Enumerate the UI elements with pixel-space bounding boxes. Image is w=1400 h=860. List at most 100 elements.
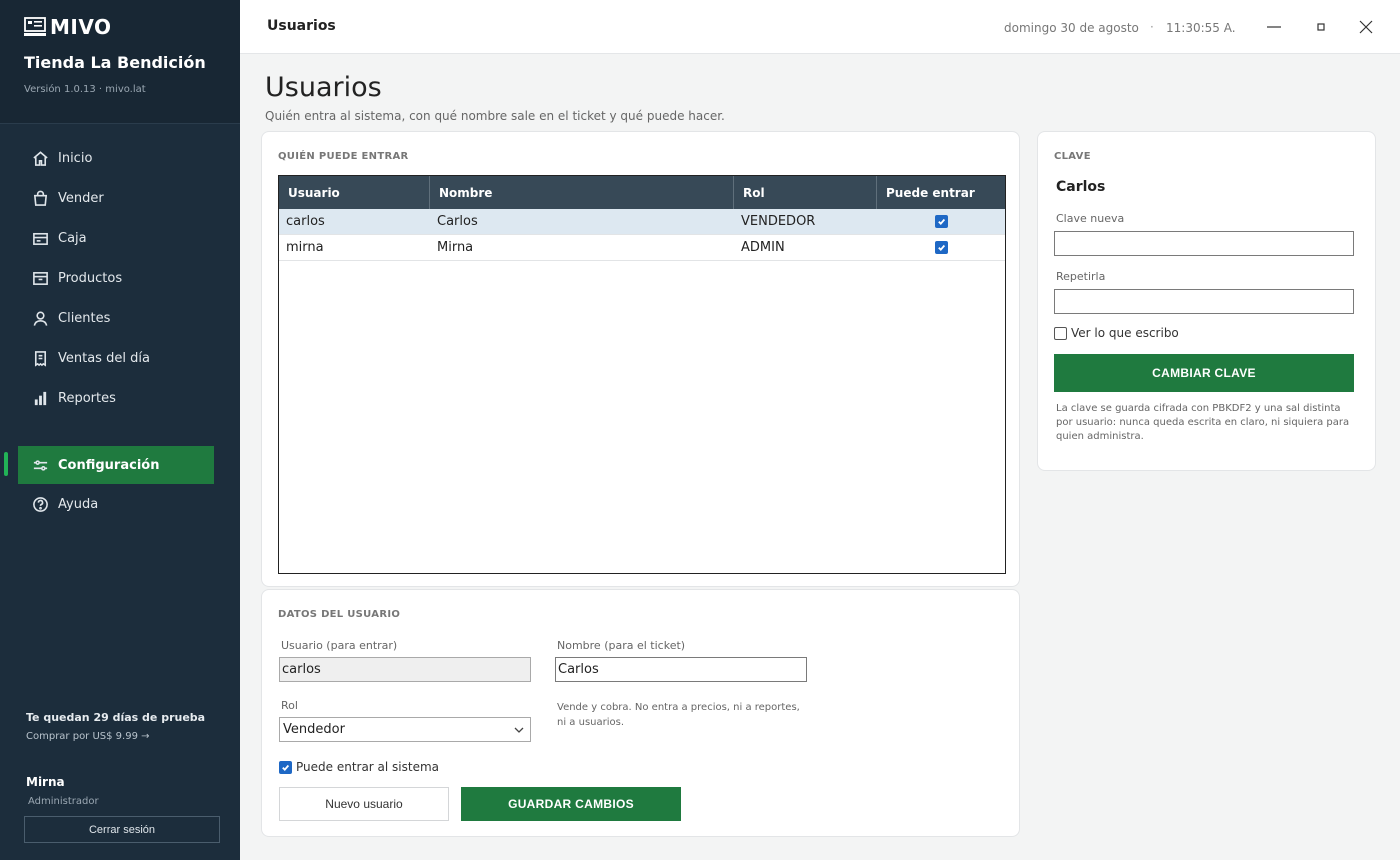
sliders-icon [33,459,48,471]
sidebar-item-configuracion[interactable]: Configuración [18,446,214,484]
sidebar-header: MIVO Tienda La Bendición Versión 1.0.13 … [0,0,240,124]
nombre-label: Nombre (para el ticket) [557,639,686,652]
rol-hint: Vende y cobra. No entra a precios, ni a … [557,702,800,728]
rol-label: Rol [281,699,298,712]
logout-button[interactable]: Cerrar sesión [24,816,220,843]
app-logo: MIVO [24,15,216,39]
new-password-label: Clave nueva [1056,212,1125,225]
user-form-section-label: DATOS DEL USUARIO [278,609,401,620]
cell-nombre: Carlos [437,214,478,229]
password-section-label: CLAVE [1054,151,1091,162]
sidebar-item-label: Ayuda [58,496,99,512]
sidebar-item-clientes[interactable]: Clientes [0,298,240,338]
close-button[interactable] [1353,14,1379,40]
nombre-input[interactable]: Carlos [555,657,807,682]
show-password-label: Ver lo que escribo [1071,326,1179,340]
users-table: Usuario Nombre Rol Puede entrar carlos C… [278,175,1006,574]
sidebar-item-reportes[interactable]: Reportes [0,378,240,418]
puede-entrar-checkbox[interactable] [934,241,948,254]
minimize-button[interactable] [1261,14,1287,40]
sidebar-item-label: Ventas del día [58,350,150,366]
sidebar-item-caja[interactable]: Caja [0,218,240,258]
cell-usuario: carlos [286,214,325,229]
cell-rol: VENDEDOR [741,214,816,229]
current-date: domingo 30 de agosto [1004,21,1139,35]
column-header-puede-entrar[interactable]: Puede entrar [877,176,1005,209]
can-login-checkbox-row[interactable]: Puede entrar al sistema [279,760,439,774]
sidebar-item-label: Vender [58,190,104,206]
cell-rol: ADMIN [741,240,785,255]
change-password-button[interactable]: CAMBIAR CLAVE [1054,354,1354,392]
sidebar-item-label: Productos [58,270,123,286]
rol-select[interactable]: Vendedor [279,717,531,742]
active-indicator [4,452,8,476]
can-login-label: Puede entrar al sistema [296,760,440,774]
sidebar-item-ayuda[interactable]: Ayuda [0,484,240,524]
date-separator: · [1150,20,1154,34]
usuario-input[interactable]: carlos [279,657,531,682]
cash-register-icon [33,232,48,245]
current-user-role: Administrador [28,796,99,807]
show-password-checkbox[interactable] [1054,326,1067,340]
chevron-down-icon [514,727,524,733]
user-form-card: DATOS DEL USUARIO Usuario (para entrar) … [261,589,1020,837]
current-user-name: Mirna [26,775,65,789]
column-header-rol[interactable]: Rol [734,176,877,209]
cell-puede-entrar [877,209,1005,234]
sidebar-nav: Inicio Vender Caja Productos Clientes Ve… [0,138,240,512]
users-card: QUIÉN PUEDE ENTRAR Usuario Nombre Rol Pu… [261,131,1020,587]
app-version: Versión 1.0.13 · mivo.lat [24,84,146,95]
logo-text: MIVO [50,15,112,39]
check-icon [937,218,945,225]
box-icon [33,271,48,285]
maximize-button[interactable] [1308,14,1334,40]
trial-title: Te quedan 29 días de prueba [26,711,206,724]
password-security-note: La clave se guarda cifrada con PBKDF2 y … [1056,403,1350,442]
current-user: Mirna Administrador [26,775,99,807]
bar-chart-icon [34,391,47,405]
cell-puede-entrar [877,235,1005,260]
sidebar-item-vender[interactable]: Vender [0,178,240,218]
column-header-nombre[interactable]: Nombre [430,176,734,209]
store-name: Tienda La Bendición [24,53,206,72]
column-header-usuario[interactable]: Usuario [279,176,430,209]
window-title: Usuarios [267,18,336,34]
user-icon [33,311,48,326]
table-row[interactable]: mirna Mirna ADMIN [279,235,1005,261]
help-icon [33,496,48,512]
sidebar-item-label: Reportes [58,390,116,406]
table-header: Usuario Nombre Rol Puede entrar [279,176,1005,209]
receipt-icon [34,350,47,367]
show-password-row[interactable]: Ver lo que escribo [1054,326,1179,340]
cash-register-logo-icon [24,17,46,36]
new-user-button[interactable]: Nuevo usuario [279,787,449,821]
repeat-password-label: Repetirla [1056,270,1106,283]
cell-usuario: mirna [286,240,324,255]
sidebar-item-inicio[interactable]: Inicio [0,138,240,178]
password-card: CLAVE Carlos Clave nueva Repetirla Ver l… [1037,131,1376,471]
close-icon [1359,20,1373,34]
page-subtitle: Quién entra al sistema, con qué nombre s… [265,109,725,123]
check-icon [937,244,945,251]
sidebar-item-ventas-del-dia[interactable]: Ventas del día [0,338,240,378]
cell-nombre: Mirna [437,240,474,255]
can-login-checkbox[interactable] [279,760,292,774]
password-user-name: Carlos [1056,179,1106,195]
page-title: Usuarios [265,72,382,103]
current-time: 11:30:55 A. [1166,21,1236,35]
sidebar-item-productos[interactable]: Productos [0,258,240,298]
sidebar-item-label: Clientes [58,310,111,326]
sidebar-item-label: Configuración [58,457,160,473]
topbar: Usuarios domingo 30 de agosto · 11:30:55… [240,0,1400,54]
new-password-input[interactable] [1054,231,1354,256]
minimize-icon [1267,26,1281,28]
save-changes-button[interactable]: GUARDAR CAMBIOS [461,787,681,821]
buy-link[interactable]: Comprar por US$ 9.99 → [26,731,205,742]
sidebar-item-label: Caja [58,230,87,246]
repeat-password-input[interactable] [1054,289,1354,314]
table-row[interactable]: carlos Carlos VENDEDOR [279,209,1005,235]
sidebar: MIVO Tienda La Bendición Versión 1.0.13 … [0,0,240,860]
puede-entrar-checkbox[interactable] [934,215,948,228]
maximize-icon [1317,23,1325,31]
users-section-label: QUIÉN PUEDE ENTRAR [278,151,409,162]
